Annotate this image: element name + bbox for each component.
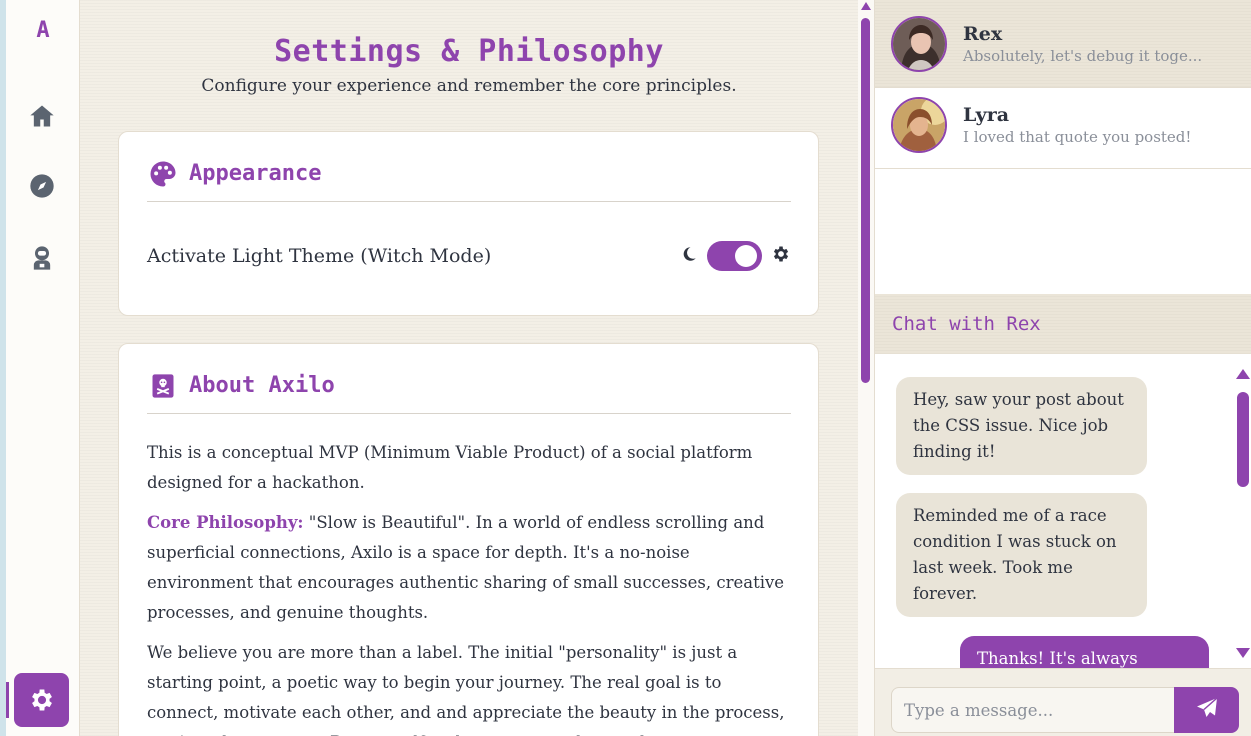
palette-icon bbox=[147, 158, 179, 190]
active-indicator bbox=[6, 682, 9, 718]
moon-icon bbox=[680, 245, 698, 267]
message-input[interactable] bbox=[891, 687, 1175, 733]
sidebar: A bbox=[6, 0, 80, 736]
home-icon[interactable] bbox=[27, 101, 57, 131]
paper-plane-icon bbox=[1195, 696, 1219, 724]
about-title: About Axilo bbox=[189, 373, 335, 398]
about-paragraph-2: Core Philosophy: "Slow is Beautiful". In… bbox=[147, 508, 792, 628]
conversation-preview: I loved that quote you posted! bbox=[963, 127, 1192, 146]
message-incoming: Hey, saw your post about the CSS issue. … bbox=[896, 377, 1147, 475]
chat-panel: Rex Absolutely, let's debug it toge... L… bbox=[874, 0, 1251, 736]
about-paragraph-1: This is a conceptual MVP (Minimum Viable… bbox=[147, 443, 753, 492]
conversation-name: Rex bbox=[963, 22, 1003, 45]
appearance-card: Appearance Activate Light Theme (Witch M… bbox=[118, 131, 819, 316]
avatar bbox=[891, 15, 947, 72]
toggle-knob bbox=[735, 245, 757, 267]
scroll-thumb[interactable] bbox=[861, 18, 870, 383]
conversation-item[interactable]: Rex Absolutely, let's debug it toge... bbox=[875, 0, 1251, 88]
scroll-up-arrow[interactable] bbox=[1236, 369, 1250, 379]
theme-setting-row: Activate Light Theme (Witch Mode) bbox=[147, 240, 791, 272]
appearance-title: Appearance bbox=[189, 161, 322, 186]
gear-icon[interactable] bbox=[14, 673, 69, 727]
scroll-thumb[interactable] bbox=[1237, 392, 1249, 487]
chat-scrollbar[interactable] bbox=[1235, 366, 1251, 658]
appearance-header: Appearance bbox=[147, 146, 791, 202]
settings-page: Settings & Philosophy Configure your exp… bbox=[80, 0, 858, 736]
page-subtitle: Configure your experience and remember t… bbox=[201, 76, 737, 96]
about-paragraph-3: We believe you are more than a label. Th… bbox=[147, 643, 785, 736]
theme-toggle-group bbox=[680, 241, 791, 271]
astronaut-icon[interactable] bbox=[27, 243, 57, 273]
conversation-preview: Absolutely, let's debug it toge... bbox=[963, 46, 1203, 65]
message-list: Hey, saw your post about the CSS issue. … bbox=[875, 354, 1235, 668]
logo[interactable]: A bbox=[6, 18, 80, 43]
theme-label: Activate Light Theme (Witch Mode) bbox=[147, 245, 492, 267]
send-button[interactable] bbox=[1174, 687, 1239, 733]
about-body: This is a conceptual MVP (Minimum Viable… bbox=[147, 438, 792, 736]
compass-icon[interactable] bbox=[27, 171, 57, 201]
conversation-text: Lyra I loved that quote you posted! bbox=[963, 104, 1191, 146]
sun-gear-icon bbox=[771, 244, 791, 268]
avatar bbox=[891, 96, 947, 153]
theme-toggle[interactable] bbox=[707, 241, 762, 271]
scroll-up-arrow[interactable] bbox=[861, 2, 871, 10]
message-outgoing: Thanks! It's always bbox=[960, 636, 1209, 668]
message-incoming: Reminded me of a race condition I was st… bbox=[896, 493, 1147, 617]
page-title: Settings & Philosophy bbox=[274, 34, 664, 69]
about-header: About Axilo bbox=[147, 358, 791, 414]
chat-header: Chat with Rex bbox=[875, 294, 1251, 354]
core-philosophy-label: Core Philosophy: bbox=[147, 513, 304, 532]
scroll-down-arrow[interactable] bbox=[1236, 648, 1250, 658]
message-composer bbox=[875, 668, 1251, 736]
book-skull-icon bbox=[147, 370, 179, 402]
conversation-name: Lyra bbox=[963, 103, 1010, 126]
conversation-item[interactable]: Lyra I loved that quote you posted! bbox=[875, 81, 1251, 169]
conversation-text: Rex Absolutely, let's debug it toge... bbox=[963, 23, 1202, 65]
main-scrollbar[interactable] bbox=[858, 0, 874, 736]
about-card: About Axilo This is a conceptual MVP (Mi… bbox=[118, 343, 819, 736]
